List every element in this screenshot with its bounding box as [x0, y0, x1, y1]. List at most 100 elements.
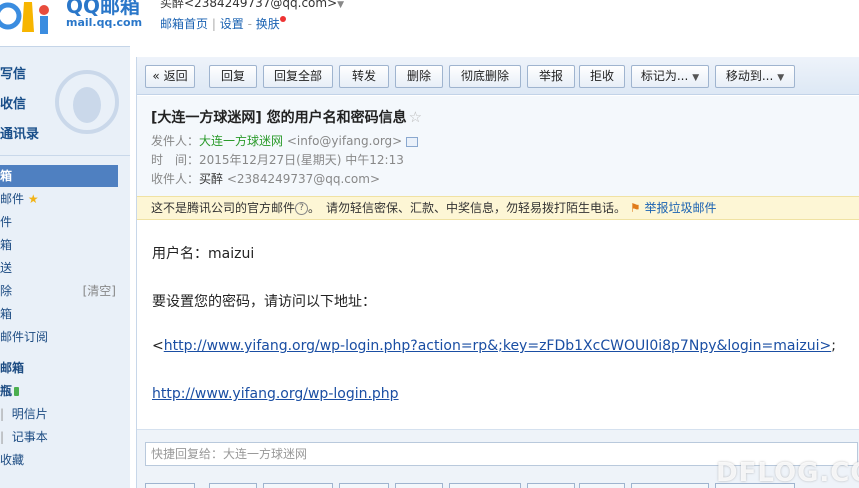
reset-password-link[interactable]: http://www.yifang.org/wp-login.php?actio…: [164, 338, 831, 354]
time-row: 时 间：2015年12月27日(星期天) 中午12:13: [151, 151, 404, 169]
login-link[interactable]: http://www.yifang.org/wp-login.php: [152, 386, 399, 402]
bracket-open: <: [152, 338, 164, 354]
sidebar-item-label: 邮件订阅: [0, 330, 49, 344]
reject-button[interactable]: 拒收: [579, 65, 625, 88]
sidebar-item-spam[interactable]: 箱: [0, 303, 118, 325]
sidebar: 写信 收信 通讯录 箱 邮件 ★ 件 箱 送 除 [清空] 箱 邮件订阅 邮箱 瓶…: [0, 46, 130, 488]
body-reset-line: <http://www.yifang.org/wp-login.php?acti…: [152, 338, 836, 354]
sender-row: 发件人：大连一方球迷网 <info@yifang.org>: [151, 132, 419, 150]
mark-as-dropdown[interactable]: 标记为... ▼: [631, 65, 709, 88]
sidebar-item-label: 明信片: [11, 407, 48, 421]
delete-forever-button[interactable]: 彻底删除: [449, 65, 521, 88]
delete-button[interactable]: 删除: [395, 65, 443, 88]
settings-link[interactable]: 设置: [220, 17, 244, 31]
mail-toolbar: « 返回 回复 回复全部 转发 删除 彻底删除 举报 拒收 标记为... ▼ 移动…: [137, 57, 859, 95]
move-to-dropdown[interactable]: 移动到... ▼: [715, 65, 795, 88]
subject-text: [大连一方球迷网] 您的用户名和密码信息: [151, 110, 407, 126]
sidebar-item-label: 邮件: [0, 192, 25, 206]
sidebar-item-favorites[interactable]: 收藏: [0, 449, 118, 471]
body-login-line: http://www.yifang.org/wp-login.php: [152, 386, 399, 402]
notice-text: 这不是腾讯公司的官方邮件: [151, 201, 296, 215]
report-spam-icon: ⚑: [629, 201, 641, 215]
bottom-delete-forever-button[interactable]: [449, 483, 521, 488]
recipient-address: <2384249737@qq.com>: [226, 172, 380, 186]
back-button[interactable]: « 返回: [145, 65, 195, 88]
change-skin-link[interactable]: 换肤: [256, 17, 280, 31]
mailbox-home-link[interactable]: 邮箱首页: [160, 17, 208, 31]
top-header: QQ邮箱 mail.qq.com 买醉<2384249737@qq.com>▼ …: [0, 0, 859, 46]
sidebar-item-deleted[interactable]: 除 [清空]: [0, 280, 118, 302]
site-watermark: DFLOG.COM: [716, 458, 859, 488]
logo-url: mail.qq.com: [66, 16, 143, 29]
recipient-name[interactable]: 买醉: [199, 172, 223, 186]
notification-dot-icon: [279, 16, 286, 22]
sidebar-item-postcard[interactable]: | 明信片: [0, 403, 118, 425]
bottom-reply-all-button[interactable]: [263, 483, 333, 488]
report-button[interactable]: 举报: [527, 65, 575, 88]
sidebar-item-subscriptions[interactable]: 邮件订阅: [0, 326, 118, 348]
time-label: 时 间：: [151, 153, 200, 167]
mark-as-label: 标记为...: [640, 69, 689, 83]
body-instruction: 要设置您的密码，请访问以下地址：: [152, 294, 376, 310]
mail-header: [大连一方球迷网] 您的用户名和密码信息 ☆ 发件人：大连一方球迷网 <info@…: [137, 96, 859, 196]
forward-button[interactable]: 转发: [339, 65, 389, 88]
sidebar-item-sent[interactable]: 送: [0, 257, 118, 279]
bottom-forward-button[interactable]: [339, 483, 389, 488]
sender-address: <info@yifang.org>: [286, 134, 403, 148]
bottom-report-button[interactable]: [527, 483, 575, 488]
inbox-check-link[interactable]: 收信: [0, 93, 26, 112]
star-outline-icon[interactable]: ☆: [409, 108, 422, 126]
star-icon: ★: [27, 192, 39, 206]
semicolon: ;: [831, 338, 836, 354]
chevron-down-icon: ▼: [692, 73, 700, 83]
clear-trash-link[interactable]: [清空]: [83, 280, 116, 302]
sidebar-item-notepad[interactable]: | 记事本: [0, 426, 118, 448]
account-menu[interactable]: 买醉<2384249737@qq.com>▼: [160, 0, 344, 14]
sidebar-item-label: 记事本: [11, 430, 48, 444]
reply-all-button[interactable]: 回复全部: [263, 65, 333, 88]
to-label: 收件人：: [151, 172, 200, 186]
mail-subject: [大连一方球迷网] 您的用户名和密码信息 ☆: [151, 107, 422, 127]
sidebar-item-label: 瓶: [0, 384, 13, 398]
header-links: 邮箱首页 | 设置 - 换肤: [160, 15, 286, 33]
reply-button[interactable]: 回复: [209, 65, 257, 88]
security-notice: 这不是腾讯公司的官方邮件?。 请勿轻信密保、汇款、中奖信息，勿轻易拨打陌生电话。…: [137, 196, 859, 220]
notice-warning: 。 请勿轻信密保、汇款、中奖信息，勿轻易拨打陌生电话。: [308, 201, 627, 215]
sidebar-item-group[interactable]: 件: [0, 211, 118, 233]
sidebar-item-label: 除: [0, 284, 13, 298]
sender-name[interactable]: 大连一方球迷网: [199, 134, 283, 148]
sidebar-item-drift-bottle[interactable]: 瓶: [0, 380, 118, 402]
recipient-row: 收件人：买醉 <2384249737@qq.com>: [151, 170, 380, 188]
separator: |: [211, 17, 216, 31]
separator: -: [247, 17, 252, 31]
sidebar-divider: [0, 155, 130, 156]
bottom-mark-as-dropdown[interactable]: [631, 483, 709, 488]
sidebar-item-label: 箱: [0, 169, 13, 183]
chevron-down-icon[interactable]: ▼: [337, 0, 344, 10]
report-spam-link[interactable]: 举报垃圾邮件: [644, 201, 716, 215]
sidebar-item-label: 邮箱: [0, 361, 25, 375]
sidebar-item-other-mailbox[interactable]: 邮箱: [0, 357, 118, 379]
compose-link[interactable]: 写信: [0, 63, 26, 82]
bottom-reject-button[interactable]: [579, 483, 625, 488]
help-icon[interactable]: ?: [295, 202, 309, 215]
sidebar-item-inbox[interactable]: 箱: [0, 165, 118, 187]
qq-penguin-watermark-icon: [55, 70, 119, 134]
contact-card-icon[interactable]: [406, 136, 419, 147]
body-username: 用户名：maizui: [152, 246, 255, 262]
bottom-reply-button[interactable]: [209, 483, 257, 488]
separator: |: [0, 430, 5, 444]
sidebar-item-label: 箱: [0, 238, 13, 252]
logo-text: QQ邮箱 mail.qq.com: [66, 0, 142, 30]
bottom-delete-button[interactable]: [395, 483, 443, 488]
sidebar-item-starred[interactable]: 邮件 ★: [0, 188, 118, 210]
sidebar-item-label: 件: [0, 215, 13, 229]
contacts-link[interactable]: 通讯录: [0, 123, 39, 142]
bottle-icon: [14, 387, 20, 396]
bottom-back-button[interactable]: [145, 483, 195, 488]
sidebar-item-label: 箱: [0, 307, 13, 321]
sidebar-item-drafts[interactable]: 箱: [0, 234, 118, 256]
sidebar-item-label: 送: [0, 261, 13, 275]
qq-mail-logo-icon[interactable]: [0, 0, 62, 36]
sidebar-item-label: 收藏: [0, 453, 25, 467]
